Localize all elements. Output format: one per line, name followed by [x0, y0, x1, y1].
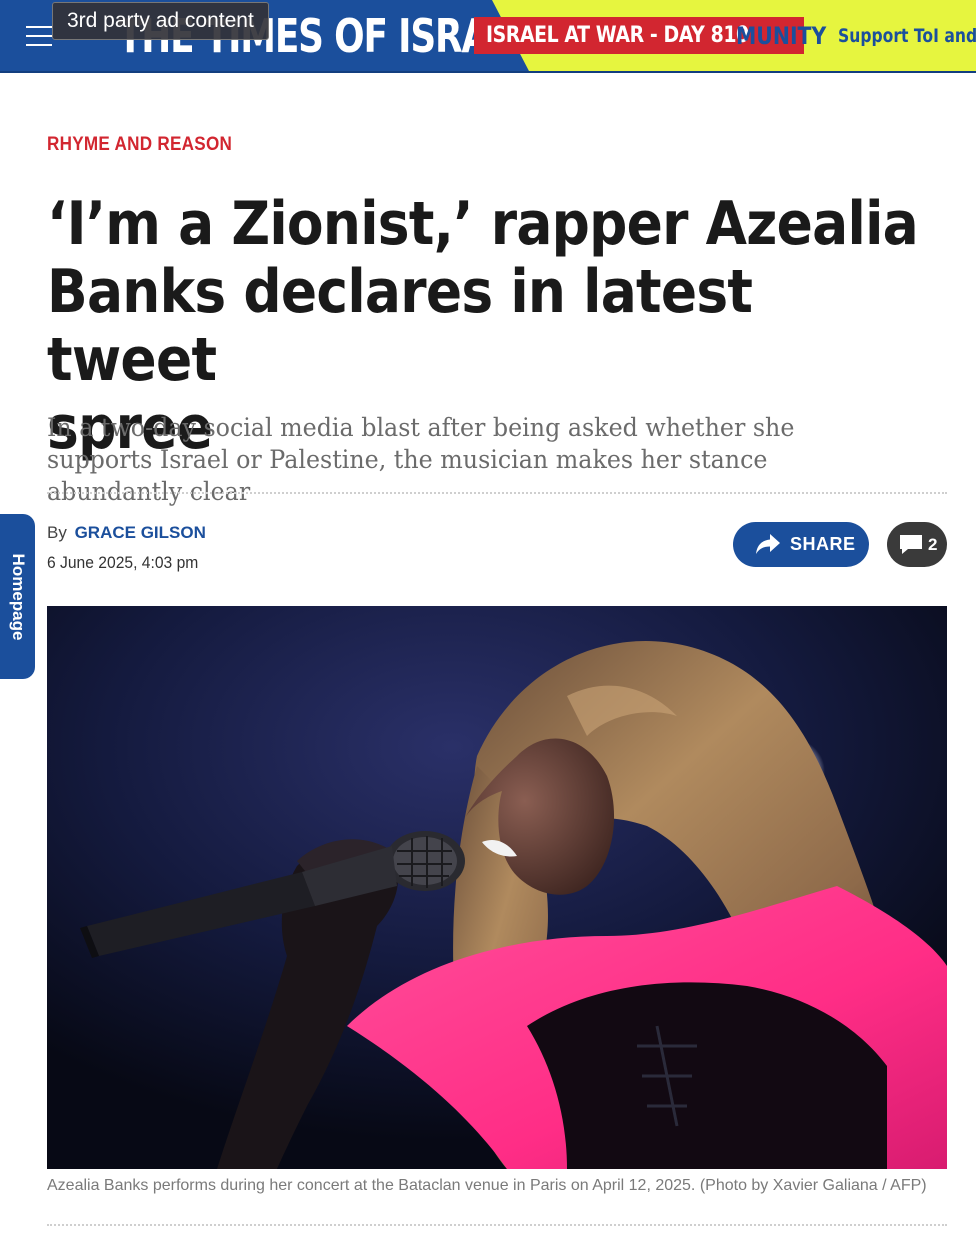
- author-link[interactable]: GRACE GILSON: [75, 523, 206, 542]
- article-photo[interactable]: [47, 606, 947, 1169]
- byline: By GRACE GILSON: [47, 523, 206, 543]
- article-kicker[interactable]: RHYME AND REASON: [47, 134, 232, 156]
- share-button[interactable]: SHARE: [733, 522, 869, 567]
- headline-line: Banks declares in latest tweet: [47, 257, 753, 395]
- site-header: THE TIMES OF ISRAEL ISRAEL AT WAR - DAY …: [0, 0, 976, 73]
- hamburger-menu-icon[interactable]: [26, 26, 52, 46]
- homepage-side-tab-label: Homepage: [8, 553, 28, 640]
- community-link[interactable]: MUNITY: [736, 18, 826, 54]
- comment-bubble-icon: [900, 535, 922, 554]
- headline-line: ‘I’m a Zionist,’ rapper Azealia: [47, 189, 919, 259]
- ad-content-label: 3rd party ad content: [52, 2, 269, 40]
- publish-date: 6 June 2025, 4:03 pm: [47, 553, 199, 572]
- homepage-side-tab[interactable]: Homepage: [0, 514, 35, 679]
- support-link[interactable]: Support ToI and: [838, 22, 976, 50]
- header-divider: [0, 71, 976, 73]
- caption-divider: [47, 1224, 947, 1226]
- comment-count: 2: [928, 535, 938, 554]
- concert-photo-illustration: [47, 606, 947, 1169]
- comments-button[interactable]: 2: [887, 522, 947, 567]
- photo-caption: Azealia Banks performs during her concer…: [47, 1177, 927, 1194]
- byline-prefix: By: [47, 523, 67, 542]
- subhead-divider: [47, 492, 947, 494]
- share-label: SHARE: [790, 534, 856, 554]
- war-day-label: ISRAEL AT WAR - DAY 810: [486, 23, 749, 48]
- share-arrow-icon: [756, 534, 780, 554]
